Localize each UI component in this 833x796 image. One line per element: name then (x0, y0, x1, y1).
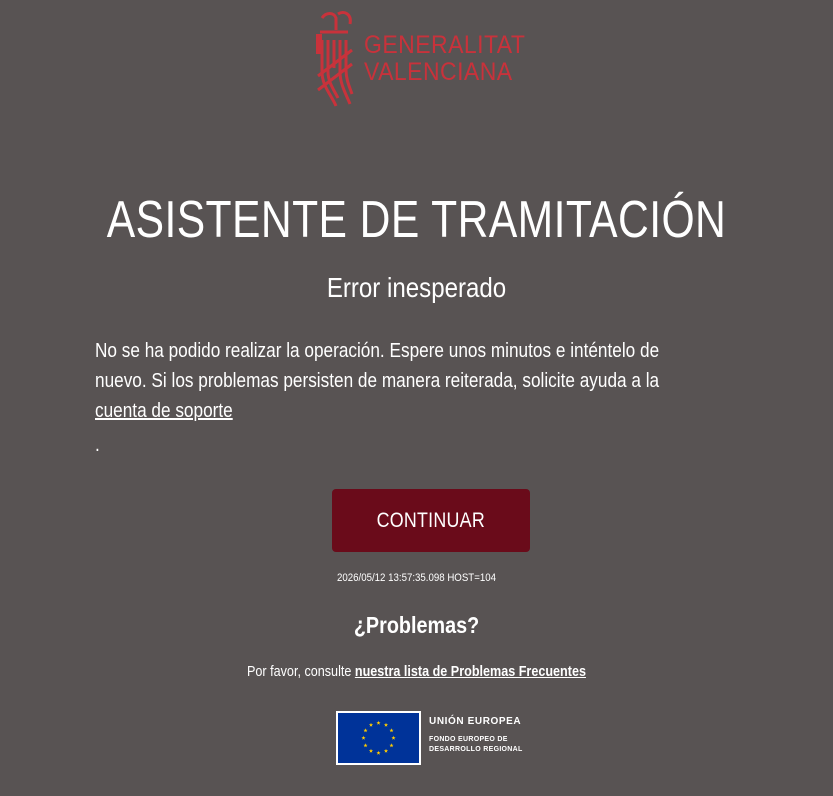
generalitat-emblem-icon (316, 10, 354, 107)
eu-fund-line-2: DESARROLLO REGIONAL (429, 746, 523, 753)
eu-flag-icon (338, 713, 419, 763)
generalitat-logo: GENERALITAT VALENCIANA (312, 10, 552, 112)
continue-button[interactable]: CONTINUAR (332, 489, 530, 552)
support-account-link[interactable]: cuenta de soporte (95, 396, 233, 426)
problems-heading: ¿Problemas? (353, 612, 480, 638)
eu-funding-block: UNIÓN EUROPEA FONDO EUROPEO DE DESARROLL… (336, 711, 536, 765)
logo-line-2: VALENCIANA (364, 58, 513, 86)
page-title: ASISTENTE DE TRAMITACIÓN (106, 191, 727, 249)
generalitat-wordmark: GENERALITAT VALENCIANA (364, 32, 525, 86)
eu-fund-text: FONDO EUROPEO DE DESARROLLO REGIONAL (429, 735, 539, 755)
eu-name: UNIÓN EUROPEA (429, 716, 522, 727)
problems-prefix: Por favor, consulte (247, 663, 352, 680)
error-message: No se ha podido realizar la operación. E… (95, 336, 697, 460)
error-message-text: No se ha podido realizar la operación. E… (95, 340, 660, 392)
logo-line-1: GENERALITAT (364, 31, 526, 59)
timestamp-host: 2026/05/12 13:57:35.098 HOST=104 (336, 572, 497, 584)
message-end: . (95, 434, 100, 456)
faq-link[interactable]: nuestra lista de Problemas Frecuentes (355, 663, 586, 680)
problems-text: Por favor, consulte nuestra lista de Pro… (67, 663, 767, 680)
error-subtitle: Error inesperado (326, 272, 507, 303)
eu-fund-line-1: FONDO EUROPEO DE (429, 736, 508, 743)
continue-button-label: CONTINUAR (376, 508, 486, 532)
eu-flag (336, 711, 421, 765)
